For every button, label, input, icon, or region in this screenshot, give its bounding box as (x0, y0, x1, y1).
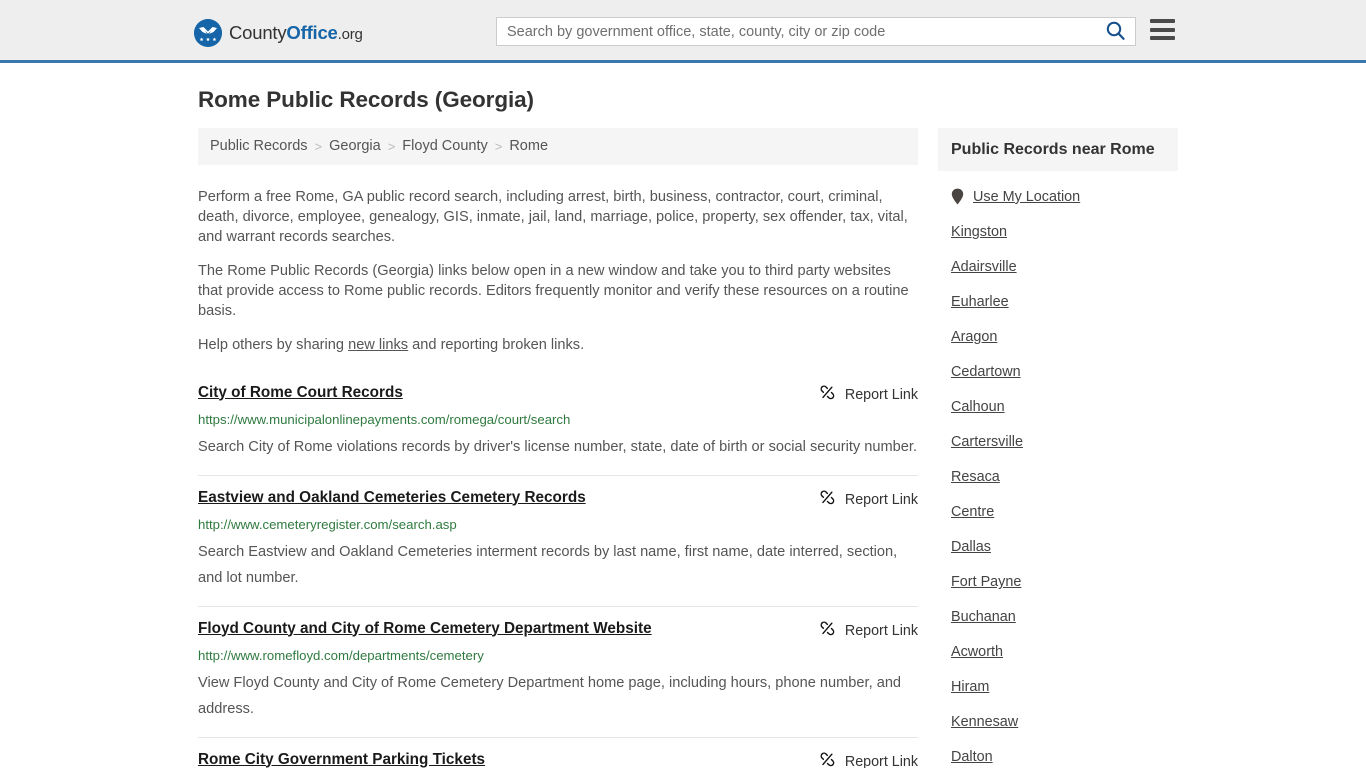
result-url[interactable]: http://www.cemeteryregister.com/search.a… (198, 517, 918, 533)
sidebar-item-label[interactable]: Centre (951, 504, 994, 520)
sidebar-item-adairsville[interactable]: Adairsville (938, 249, 1178, 284)
hamburger-bar (1150, 27, 1175, 32)
intro-paragraph-1: Perform a free Rome, GA public record se… (198, 188, 908, 245)
sidebar-item-label[interactable]: Dallas (951, 539, 991, 555)
sidebar-item-label[interactable]: Kennesaw (951, 714, 1018, 730)
result-description: View Floyd County and City of Rome Cemet… (198, 674, 902, 717)
sidebar-item-label[interactable]: Kingston (951, 224, 1007, 240)
sidebar-item-label[interactable]: Aragon (951, 329, 997, 345)
intro-paragraph-2: The Rome Public Records (Georgia) links … (198, 262, 909, 319)
result-item: Eastview and Oakland Cemeteries Cemetery… (198, 476, 918, 607)
breadcrumb-separator: > (314, 138, 323, 154)
page-body: Rome Public Records (Georgia) Public Rec… (0, 87, 1366, 768)
hamburger-bar (1150, 19, 1175, 23)
sidebar-item-label[interactable]: Fort Payne (951, 574, 1021, 590)
sidebar-item-kennesaw[interactable]: Kennesaw (938, 704, 1178, 739)
result-item: Rome City Government Parking Tickets Rep… (198, 738, 918, 768)
page-title: Rome Public Records (Georgia) (198, 87, 534, 112)
breadcrumb: Public Records > Georgia > Floyd County … (198, 128, 918, 165)
sidebar-item-label[interactable]: Hiram (951, 679, 989, 695)
intro-p3-before: Help others by sharing (198, 336, 349, 353)
sidebar-item-euharlee[interactable]: Euharlee (938, 284, 1178, 319)
hamburger-menu-icon[interactable] (1150, 19, 1175, 40)
map-pin-icon (951, 188, 964, 205)
broken-link-icon (819, 384, 836, 406)
sidebar-item-hiram[interactable]: Hiram (938, 669, 1178, 704)
sidebar-item-label[interactable]: Use My Location (973, 189, 1080, 205)
sidebar-item-kingston[interactable]: Kingston (938, 214, 1178, 249)
broken-link-icon (819, 751, 836, 768)
report-link-label: Report Link (844, 386, 918, 403)
site-logo[interactable]: CountyOffice.org (194, 19, 363, 47)
result-item: City of Rome Court Records Report Link h… (198, 373, 918, 476)
result-title-link[interactable]: Rome City Government Parking Tickets (198, 750, 505, 768)
sidebar-item-aragon[interactable]: Aragon (938, 319, 1178, 354)
intro-paragraph-3: Help others by sharing new links and rep… (198, 335, 918, 355)
logo-text-office: Office (286, 22, 338, 43)
sidebar-item-buchanan[interactable]: Buchanan (938, 599, 1178, 634)
search-input[interactable] (497, 18, 1095, 45)
sidebar-item-cedartown[interactable]: Cedartown (938, 354, 1178, 389)
sidebar-item-dalton[interactable]: Dalton (938, 739, 1178, 768)
breadcrumb-separator: > (494, 138, 503, 154)
search-bar[interactable] (496, 17, 1136, 46)
logo-text-org: .org (337, 26, 363, 43)
sidebar-item-resaca[interactable]: Resaca (938, 459, 1178, 494)
sidebar-item-calhoun[interactable]: Calhoun (938, 389, 1178, 424)
result-url[interactable]: https://www.municipalonlinepayments.com/… (198, 412, 918, 428)
sidebar-item-label[interactable]: Acworth (951, 644, 1003, 660)
sidebar-item-dallas[interactable]: Dallas (938, 529, 1178, 564)
hamburger-bar (1150, 36, 1175, 40)
result-description: Search Eastview and Oakland Cemeteries i… (198, 543, 898, 586)
sidebar-item-label[interactable]: Adairsville (951, 259, 1017, 275)
report-link-button[interactable]: Report Link (819, 489, 918, 511)
broken-link-icon (819, 620, 836, 642)
report-link-label: Report Link (844, 622, 918, 639)
report-link-button[interactable]: Report Link (819, 620, 918, 642)
result-url[interactable]: http://www.romefloyd.com/departments/cem… (198, 648, 918, 664)
sidebar-heading: Public Records near Rome (938, 128, 1178, 172)
result-title-link[interactable]: Floyd County and City of Rome Cemetery D… (198, 619, 672, 639)
sidebar-item-fort-payne[interactable]: Fort Payne (938, 564, 1178, 599)
results-list: City of Rome Court Records Report Link h… (198, 373, 918, 768)
nearby-records-list: Use My Location Kingston Adairsville Euh… (938, 171, 1178, 768)
breadcrumb-item-rome: Rome (509, 138, 549, 154)
report-link-label: Report Link (844, 753, 918, 768)
report-link-button[interactable]: Report Link (819, 384, 918, 406)
site-logo-text: CountyOffice.org (229, 22, 363, 44)
sidebar-item-label[interactable]: Calhoun (951, 399, 1005, 415)
sidebar-item-label[interactable]: Euharlee (951, 294, 1009, 310)
search-button[interactable] (1095, 18, 1135, 45)
sidebar-item-acworth[interactable]: Acworth (938, 634, 1178, 669)
logo-text-county: County (229, 22, 287, 43)
sidebar-item-label[interactable]: Buchanan (951, 609, 1016, 625)
intro-section: Perform a free Rome, GA public record se… (198, 187, 918, 355)
report-link-label: Report Link (844, 491, 918, 508)
sidebar-item-cartersville[interactable]: Cartersville (938, 424, 1178, 459)
main-content: Public Records > Georgia > Floyd County … (188, 128, 928, 768)
result-item: Floyd County and City of Rome Cemetery D… (198, 607, 918, 738)
result-title-link[interactable]: Eastview and Oakland Cemeteries Cemetery… (198, 488, 606, 508)
sidebar-item-label[interactable]: Cedartown (951, 364, 1021, 380)
eagle-shield-icon (194, 19, 222, 47)
report-link-button[interactable]: Report Link (819, 751, 918, 768)
sidebar-item-use-my-location[interactable]: Use My Location (938, 171, 1178, 214)
breadcrumb-item-floyd-county[interactable]: Floyd County (402, 139, 487, 154)
breadcrumb-item-public-records[interactable]: Public Records (210, 139, 308, 154)
sidebar-item-label[interactable]: Resaca (951, 469, 1000, 485)
sidebar-item-centre[interactable]: Centre (938, 494, 1178, 529)
sidebar-item-label[interactable]: Dalton (951, 749, 993, 765)
search-icon (1106, 21, 1125, 43)
sidebar-item-label[interactable]: Cartersville (951, 434, 1023, 450)
broken-link-icon (819, 489, 836, 511)
breadcrumb-separator: > (387, 138, 396, 154)
breadcrumb-item-georgia[interactable]: Georgia (329, 139, 381, 154)
site-header: CountyOffice.org (0, 0, 1366, 63)
intro-p3-after: and reporting broken links. (408, 336, 585, 353)
result-title-link[interactable]: City of Rome Court Records (198, 383, 423, 403)
result-description: Search City of Rome violations records b… (198, 438, 918, 455)
sidebar: Public Records near Rome Use My Location… (938, 128, 1178, 768)
new-links-link[interactable]: new links (348, 337, 408, 353)
